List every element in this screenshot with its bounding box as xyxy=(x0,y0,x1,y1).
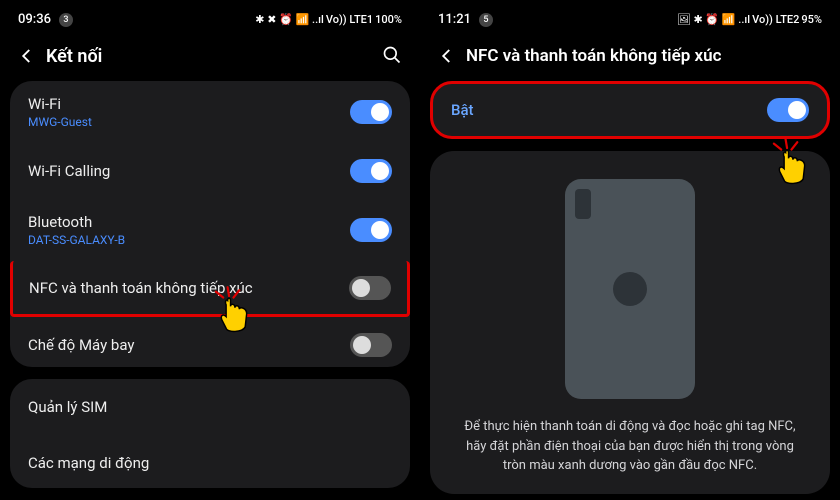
row-sim-manager[interactable]: Quản lý SIM xyxy=(10,379,410,435)
row-sub: MWG-Guest xyxy=(28,115,350,129)
row-label: Quản lý SIM xyxy=(28,398,107,416)
nfc-enable-row[interactable]: Bật xyxy=(430,81,830,139)
row-wifi[interactable]: Wi-Fi MWG-Guest xyxy=(10,81,410,143)
notif-count-badge: 3 xyxy=(59,13,73,27)
phone-illustration xyxy=(565,179,695,399)
status-network: Vo)) LTE1 xyxy=(326,13,373,26)
wifi-calling-toggle[interactable] xyxy=(350,159,392,183)
row-wifi-calling[interactable]: Wi-Fi Calling xyxy=(10,143,410,199)
screenshot-right: 11:21 5 🖼 ✱ ⏰ 📶 ..ıl Vo)) LTE2 95% NFC v… xyxy=(420,0,840,500)
row-label: Wi-Fi Calling xyxy=(28,162,350,180)
page-header: Kết nối xyxy=(10,37,410,81)
nfc-spot-icon xyxy=(613,272,647,306)
nfc-enable-label: Bật xyxy=(451,101,474,119)
bluetooth-toggle[interactable] xyxy=(350,218,392,242)
wifi-toggle[interactable] xyxy=(350,100,392,124)
status-icons: 🖼 ✱ ⏰ 📶 ..ıl xyxy=(677,13,750,26)
status-battery: 95% xyxy=(801,13,822,26)
status-bar: 09:36 3 ✱ ✖ ⏰ 📶 ..ıl Vo)) LTE1 100% xyxy=(10,8,410,37)
page-header: NFC và thanh toán không tiếp xúc xyxy=(430,37,830,81)
phone-camera-icon xyxy=(575,189,591,219)
status-time: 11:21 xyxy=(438,12,471,27)
airplane-toggle[interactable] xyxy=(350,333,392,357)
nfc-toggle[interactable] xyxy=(349,276,391,300)
status-bar: 11:21 5 🖼 ✱ ⏰ 📶 ..ıl Vo)) LTE2 95% xyxy=(430,8,830,37)
status-icons: ✱ ✖ ⏰ 📶 ..ıl xyxy=(255,13,324,26)
row-label: Wi-Fi xyxy=(28,95,350,113)
nfc-enable-toggle[interactable] xyxy=(767,98,809,122)
row-label: NFC và thanh toán không tiếp xúc xyxy=(29,279,349,297)
connections-panel-1: Wi-Fi MWG-Guest Wi-Fi Calling Bluetooth … xyxy=(10,81,410,367)
page-title: NFC và thanh toán không tiếp xúc xyxy=(466,46,824,66)
row-label: Chế độ Máy bay xyxy=(28,336,350,354)
status-time: 09:36 xyxy=(18,12,51,27)
row-label: Bluetooth xyxy=(28,213,350,231)
search-icon[interactable] xyxy=(382,45,404,67)
screenshot-left: 09:36 3 ✱ ✖ ⏰ 📶 ..ıl Vo)) LTE1 100% Kết … xyxy=(0,0,420,500)
nfc-info-panel: Để thực hiện thanh toán di động và đọc h… xyxy=(430,151,830,494)
notif-count-badge: 5 xyxy=(479,13,493,27)
back-icon[interactable] xyxy=(436,45,458,67)
row-sub: DAT-SS-GALAXY-B xyxy=(28,233,350,247)
status-network: Vo)) LTE2 xyxy=(752,13,799,26)
row-nfc[interactable]: NFC và thanh toán không tiếp xúc xyxy=(10,261,410,317)
row-bluetooth[interactable]: Bluetooth DAT-SS-GALAXY-B xyxy=(10,199,410,261)
row-airplane[interactable]: Chế độ Máy bay xyxy=(10,317,410,367)
row-mobile-networks[interactable]: Các mạng di động xyxy=(10,435,410,489)
nfc-description: Để thực hiện thanh toán di động và đọc h… xyxy=(446,417,814,476)
connections-panel-2: Quản lý SIM Các mạng di động xyxy=(10,379,410,489)
status-battery: 100% xyxy=(375,13,402,26)
page-title: Kết nối xyxy=(46,46,374,67)
back-icon[interactable] xyxy=(16,45,38,67)
row-label: Các mạng di động xyxy=(28,454,149,472)
